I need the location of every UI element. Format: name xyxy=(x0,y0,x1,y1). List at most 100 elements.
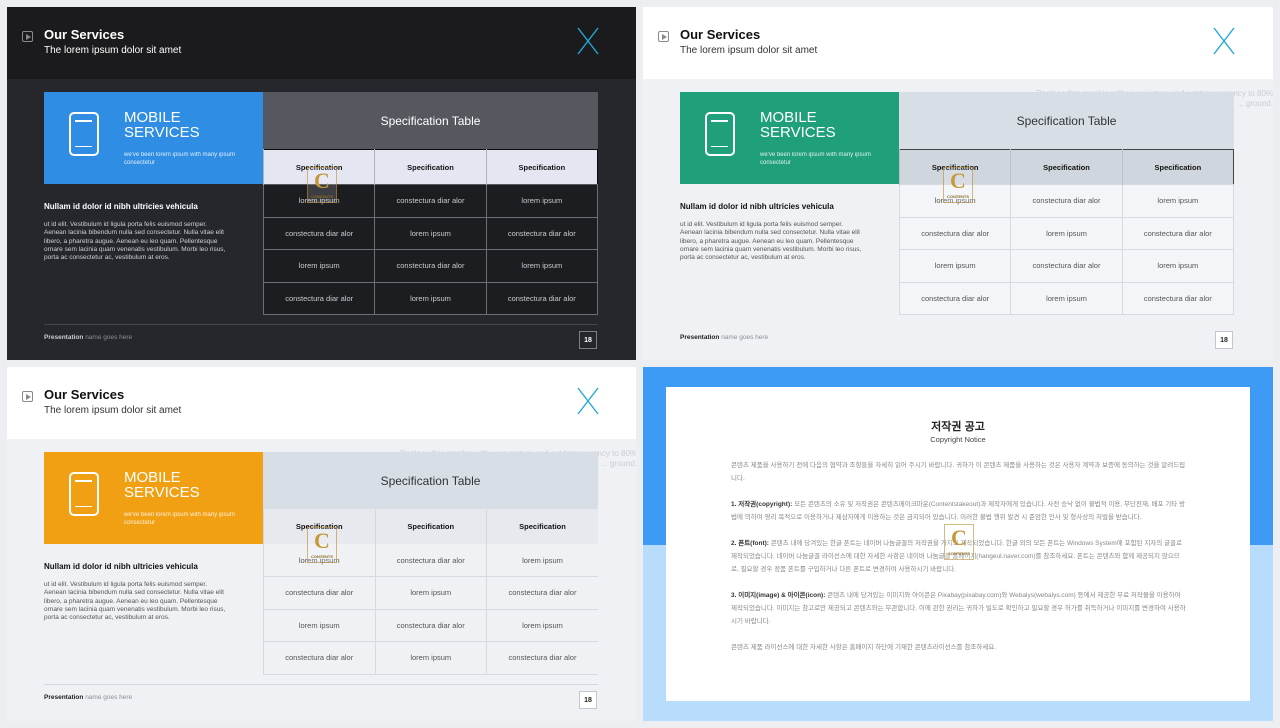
table-row: constectura diar alor lorem ipsum constect… xyxy=(898,281,1235,315)
table-row: lorem ipsum constectura diar alor lorem ip… xyxy=(898,249,1235,283)
slide-header: Our Services The lorem ipsum dolor sit a… xyxy=(7,367,636,439)
feature-title: MOBILE SERVICES xyxy=(760,109,836,141)
table-cell: constectura diar alor xyxy=(374,609,487,642)
table-cell: constectura diar alor xyxy=(1010,184,1123,218)
table-cell: constectura diar alor xyxy=(1121,216,1235,250)
watermark-logo: C CONTENTS xyxy=(943,167,973,203)
feature-subtitle: we've been lorem ipsum with many ipsum c… xyxy=(124,152,235,166)
table-cell: constectura diar alor xyxy=(898,281,1012,315)
table-cell: lorem ipsum xyxy=(262,249,376,283)
slide-header: Our Services The lorem ipsum dolor sit a… xyxy=(7,7,636,79)
footer-divider xyxy=(44,324,598,325)
slide-header: Our Services The lorem ipsum dolor sit a… xyxy=(643,7,1273,79)
x-logo-icon xyxy=(577,387,599,415)
spec-table-title: Specification Table xyxy=(263,452,598,509)
spec-table-title: Specification Table xyxy=(263,92,598,149)
table-cell: constectura diar alor xyxy=(898,216,1012,250)
feature-subtitle: we've been lorem ipsum with many ipsum c… xyxy=(760,152,871,166)
slide-subtitle: The lorem ipsum dolor sit amet xyxy=(680,45,818,56)
spec-table-title: Specification Table xyxy=(899,92,1234,149)
lead-body: ut id elit. Vestibulum id ligula porta f… xyxy=(680,221,862,262)
tablet-icon xyxy=(69,472,99,516)
table-cell: lorem ipsum xyxy=(485,184,599,218)
table-cell: constectura diar alor xyxy=(374,184,487,218)
table-row: lorem ipsum constectura diar alor lorem ip… xyxy=(263,609,598,642)
watermark-logo: C CONTENTS xyxy=(944,524,974,560)
table-cell: constectura diar alor xyxy=(485,281,599,315)
page-number: 18 xyxy=(579,691,597,709)
footer-text: Presentation name goes here xyxy=(680,334,769,341)
slide-dark[interactable]: Our Services The lorem ipsum dolor sit a… xyxy=(7,7,636,360)
table-cell: constectura diar alor xyxy=(1121,281,1235,315)
table-cell: lorem ipsum xyxy=(486,609,598,642)
page-number: 18 xyxy=(1215,331,1233,349)
watermark-logo: C CONTENTS xyxy=(307,167,337,203)
feature-title: MOBILE SERVICES xyxy=(124,469,200,501)
feature-subtitle: we've been lorem ipsum with many ipsum c… xyxy=(124,512,235,526)
slide-green[interactable]: Our Services The lorem ipsum dolor sit a… xyxy=(643,7,1273,360)
notice-item-copyright: 1. 저작권(copyright): 모든 콘텐츠의 소유 및 저작권은 콘텐츠… xyxy=(731,501,1186,521)
notice-intro: 콘텐츠 제품을 사용하기 전에 다음의 협약과 조항들을 자세히 읽어 주시기 … xyxy=(731,462,1186,482)
table-row: constectura diar alor lorem ipsum constect… xyxy=(898,216,1235,250)
lead-title: Nullam id dolor id nibh ultricies vehicu… xyxy=(44,562,198,571)
table-cell: constectura diar alor xyxy=(1010,249,1123,283)
play-icon[interactable] xyxy=(658,31,669,42)
x-logo-icon xyxy=(577,27,599,55)
table-cell: constectura diar alor xyxy=(263,641,375,675)
slide-title: Our Services xyxy=(44,387,125,402)
footer-text: Presentation name goes here xyxy=(44,334,133,341)
table-cell: lorem ipsum xyxy=(374,281,487,315)
feature-title: MOBILE SERVICES xyxy=(124,109,200,141)
table-cell: lorem ipsum xyxy=(1010,216,1123,250)
mobile-services-box: MOBILE SERVICES we've been lorem ipsum wi… xyxy=(44,452,263,544)
table-cell: constectura diar alor xyxy=(486,641,598,675)
table-cell: lorem ipsum xyxy=(1121,184,1235,218)
table-cell: lorem ipsum xyxy=(1121,249,1235,283)
table-row: lorem ipsum constectura diar alor lorem ip… xyxy=(262,249,599,283)
slide-orange[interactable]: Our Services The lorem ipsum dolor sit a… xyxy=(7,367,636,721)
page-number: 18 xyxy=(579,331,597,349)
table-cell: lorem ipsum xyxy=(374,576,487,610)
tablet-icon xyxy=(705,112,735,156)
table-cell: constectura diar alor xyxy=(262,281,376,315)
slide-subtitle: The lorem ipsum dolor sit amet xyxy=(44,405,182,416)
mobile-services-box: MOBILE SERVICES we've been lorem ipsum wi… xyxy=(44,92,263,184)
table-cell: lorem ipsum xyxy=(898,249,1012,283)
notice-subtitle: Copyright Notice xyxy=(930,435,986,444)
table-cell: constectura diar alor xyxy=(374,249,487,283)
table-row: constectura diar alor lorem ipsum constect… xyxy=(262,216,599,250)
notice-closing: 콘텐츠 제품 라이선스에 대한 자세한 사항은 홈페이지 하단에 기재한 콘텐츠… xyxy=(731,644,997,651)
table-cell: constectura diar alor xyxy=(262,216,376,250)
notice-body: 콘텐츠 제품을 사용하기 전에 다음의 협약과 조항들을 자세히 읽어 주시기 … xyxy=(731,459,1186,667)
slide-subtitle: The lorem ipsum dolor sit amet xyxy=(44,45,182,56)
notice-title: 저작권 공고 xyxy=(931,421,985,433)
table-cell: lorem ipsum xyxy=(263,609,375,642)
table-cell: constectura diar alor xyxy=(485,216,599,250)
lead-title: Nullam id dolor id nibh ultricies vehicu… xyxy=(44,202,198,211)
play-icon[interactable] xyxy=(22,391,33,402)
lead-body: ut id elit. Vestibulum id ligula porta f… xyxy=(44,581,226,622)
spec-header: Specification xyxy=(485,149,598,185)
spec-header: Specification xyxy=(1121,149,1234,185)
table-cell: lorem ipsum xyxy=(485,249,599,283)
footer-divider xyxy=(44,684,598,685)
table-cell: constectura diar alor xyxy=(486,576,598,610)
play-icon[interactable] xyxy=(22,31,33,42)
table-row: constectura diar alor lorem ipsum constect… xyxy=(263,641,598,675)
table-cell: constectura diar alor xyxy=(263,576,375,610)
table-row: constectura diar alor lorem ipsum constect… xyxy=(262,281,599,315)
table-row: constectura diar alor lorem ipsum constect… xyxy=(263,576,598,610)
slide-title: Our Services xyxy=(44,27,125,42)
spec-header: Specification xyxy=(1010,149,1123,185)
lead-title: Nullam id dolor id nibh ultricies vehicu… xyxy=(680,202,834,211)
table-cell: lorem ipsum xyxy=(1010,281,1123,315)
x-logo-icon xyxy=(1213,27,1235,55)
tablet-icon xyxy=(69,112,99,156)
spec-header: Specification xyxy=(374,149,487,185)
table-cell: lorem ipsum xyxy=(486,544,598,577)
watermark-logo: C CONTENTS xyxy=(307,527,337,563)
slide-copyright-notice[interactable]: 저작권 공고 Copyright Notice 콘텐츠 제품을 사용하기 전에 … xyxy=(643,367,1273,721)
mobile-services-box: MOBILE SERVICES we've been lorem ipsum wi… xyxy=(680,92,899,184)
table-cell: lorem ipsum xyxy=(374,641,487,675)
table-cell: lorem ipsum xyxy=(374,216,487,250)
